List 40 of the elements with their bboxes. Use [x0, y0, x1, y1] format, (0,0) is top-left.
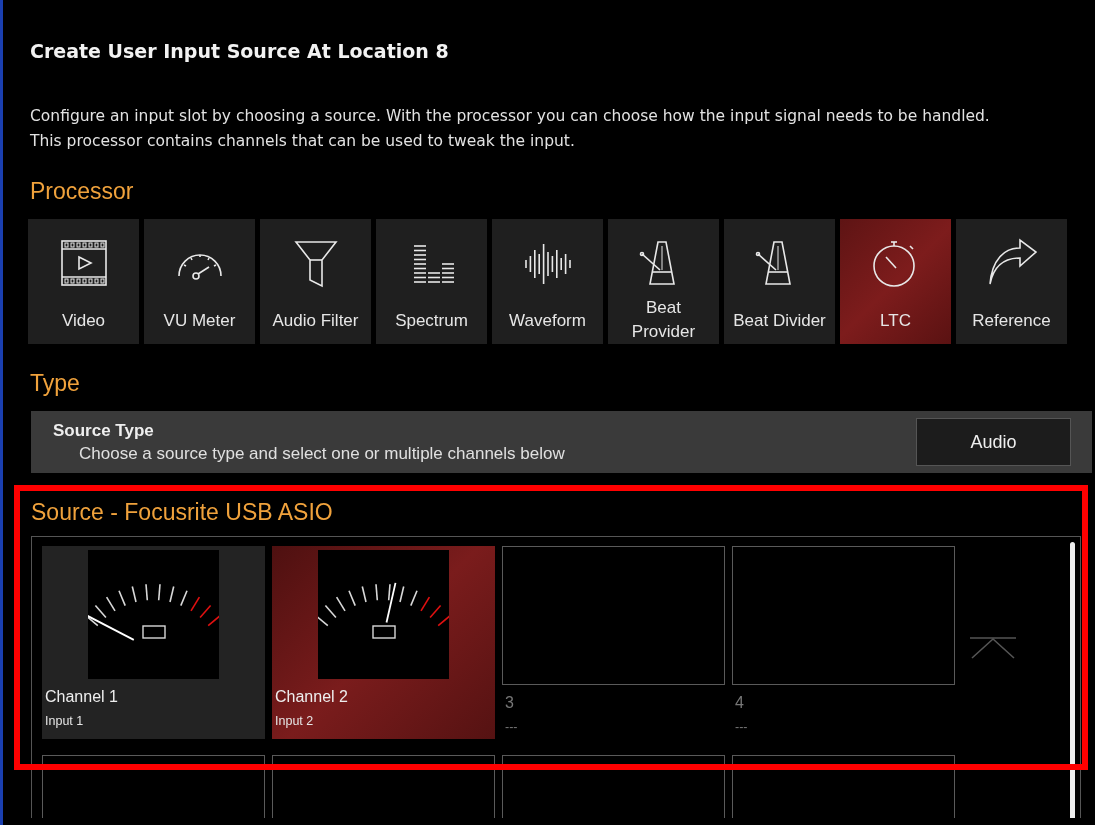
source-type-description: Choose a source type and select one or multiple channels below — [78, 443, 565, 464]
empty-slot[interactable] — [502, 546, 725, 685]
tile-label: Video — [61, 309, 106, 332]
processor-tile[interactable]: Waveform — [492, 219, 603, 344]
source-type-button[interactable]: Audio — [916, 418, 1071, 466]
processor-tile[interactable]: Beat Divider — [724, 219, 835, 344]
tile-label: VU Meter — [163, 309, 236, 332]
scrollbar[interactable] — [1070, 542, 1075, 818]
channel-name: Channel 2 — [274, 687, 349, 706]
dialog-title: Create User Input Source At Location 8 — [30, 40, 450, 62]
channel-source-label: Input 1 — [44, 713, 85, 728]
slot-source-label: --- — [504, 719, 519, 734]
source-type-title: Source Type — [53, 420, 155, 441]
tile-label: Spectrum — [395, 309, 468, 332]
tile-label: Audio Filter — [272, 309, 359, 332]
processor-tile[interactable]: VU Meter — [144, 219, 255, 344]
channel-source-label: Input 2 — [274, 713, 315, 728]
slot-number: 3 — [504, 693, 515, 712]
channel-tile[interactable]: Channel 1 Input 1 — [42, 546, 265, 739]
processor-tile[interactable]: LTC — [840, 219, 951, 344]
empty-slot[interactable] — [732, 546, 955, 685]
slot-source-label: --- — [734, 719, 749, 734]
tile-label: Waveform — [509, 309, 586, 332]
processor-tile[interactable]: Beat Provider — [608, 219, 719, 344]
tile-label: Beat Provider — [630, 297, 697, 343]
processor-tile[interactable]: Reference — [956, 219, 1067, 344]
tile-label: Beat Divider — [733, 309, 826, 332]
channel-name: Channel 1 — [44, 687, 119, 706]
section-heading: Source - Focusrite USB ASIO — [31, 499, 334, 526]
processor-tile[interactable]: Spectrum — [376, 219, 487, 344]
scroll-to-top-icon — [970, 636, 1016, 660]
processor-tile[interactable]: Audio Filter — [260, 219, 371, 344]
processor-tile[interactable]: Video — [28, 219, 139, 344]
description-text: Configure an input slot by choosing a source. With the processor you can choose how the input signal needs to be handled. This processor contains channels that can be used to tweak the input. — [30, 106, 990, 152]
channel-tile[interactable]: Channel 2 Input 2 — [272, 546, 495, 739]
tile-label: Reference — [972, 309, 1051, 332]
tile-label: LTC — [880, 309, 911, 332]
section-heading: Processor — [30, 178, 135, 205]
slot-number: 4 — [734, 693, 745, 712]
section-heading: Type — [30, 370, 81, 397]
